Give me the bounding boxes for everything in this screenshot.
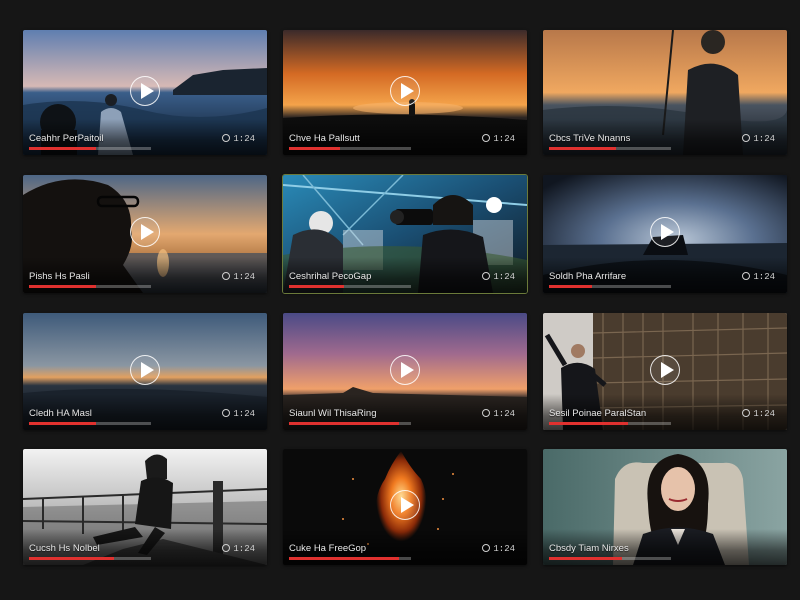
progress-fill (549, 147, 617, 150)
video-card-8[interactable]: Siaunl Wil ThisaRing 1:24 (283, 313, 527, 430)
progress-fill (289, 422, 399, 425)
play-icon[interactable] (390, 75, 420, 106)
clock-icon (222, 409, 231, 417)
video-duration: 1:24 (222, 409, 255, 419)
play-icon[interactable] (130, 75, 160, 106)
video-card-7[interactable]: Cledh HA Masl 1:24 (23, 313, 267, 430)
video-title: Soldh Pha Arrifare (549, 271, 627, 282)
progress-bar[interactable] (289, 285, 411, 288)
video-card-4[interactable]: Pishs Hs Pasli 1:24 (23, 175, 267, 293)
progress-bar[interactable] (289, 557, 411, 560)
video-card-12[interactable]: Cbsdy Tiam Nirxes (543, 449, 787, 565)
progress-bar[interactable] (29, 422, 151, 425)
video-grid: Ceahhr PerPaitoil 1:24 Chve Ha Pallsutt … (0, 0, 800, 600)
progress-bar[interactable] (549, 557, 671, 560)
video-duration: 1:24 (742, 134, 775, 144)
video-title: Cucsh Hs Nolbel (29, 543, 100, 554)
clock-icon (482, 544, 491, 552)
video-title: Ceshrihal PecoGap (289, 271, 372, 282)
duration-text: 1:24 (753, 134, 775, 144)
clock-icon (482, 409, 491, 417)
video-title: Siaunl Wil ThisaRing (289, 408, 377, 419)
progress-fill (29, 147, 97, 150)
video-title: Sesil Poinae ParalStan (549, 408, 647, 419)
progress-fill (29, 285, 97, 288)
duration-text: 1:24 (493, 409, 515, 419)
progress-fill (549, 557, 623, 560)
video-card-6[interactable]: Soldh Pha Arrifare 1:24 (543, 175, 787, 293)
video-duration: 1:24 (742, 272, 775, 282)
progress-bar[interactable] (29, 557, 151, 560)
play-icon[interactable] (390, 354, 420, 385)
clock-icon (482, 134, 491, 142)
video-card-11[interactable]: Cuke Ha FreeGop 1:24 (283, 449, 527, 565)
play-icon[interactable] (130, 217, 160, 247)
video-card-2[interactable]: Chve Ha Pallsutt 1:24 (283, 30, 527, 155)
clock-icon (742, 272, 751, 280)
play-icon[interactable] (130, 354, 160, 385)
clock-icon (222, 272, 231, 280)
video-title: Cledh HA Masl (29, 408, 92, 419)
progress-bar[interactable] (549, 422, 671, 425)
video-duration: 1:24 (482, 272, 515, 282)
video-duration: 1:24 (482, 134, 515, 144)
duration-text: 1:24 (493, 134, 515, 144)
duration-text: 1:24 (493, 272, 515, 282)
video-title: Cuke Ha FreeGop (289, 543, 367, 554)
video-title: Pishs Hs Pasli (29, 271, 90, 282)
progress-fill (289, 557, 399, 560)
clock-icon (222, 134, 231, 142)
clock-icon (222, 544, 231, 552)
video-duration: 1:24 (482, 409, 515, 419)
video-card-3[interactable]: Cbcs TriVe Nnanns 1:24 (543, 30, 787, 155)
progress-fill (289, 285, 344, 288)
video-card-5[interactable]: Ceshrihal PecoGap 1:24 (282, 174, 528, 294)
progress-bar[interactable] (29, 285, 151, 288)
progress-fill (289, 147, 341, 150)
video-duration: 1:24 (222, 134, 255, 144)
video-title: Cbsdy Tiam Nirxes (549, 543, 629, 554)
duration-text: 1:24 (753, 272, 775, 282)
play-icon[interactable] (650, 354, 680, 385)
duration-text: 1:24 (233, 134, 255, 144)
clock-icon (742, 134, 751, 142)
video-card-9[interactable]: Sesil Poinae ParalStan 1:24 (543, 313, 787, 430)
progress-fill (29, 557, 115, 560)
video-duration: 1:24 (222, 544, 255, 554)
video-duration: 1:24 (482, 544, 515, 554)
progress-bar[interactable] (29, 147, 151, 150)
duration-text: 1:24 (493, 544, 515, 554)
video-duration: 1:24 (742, 409, 775, 419)
clock-icon (482, 272, 491, 280)
progress-fill (549, 285, 592, 288)
progress-bar[interactable] (549, 285, 671, 288)
play-icon[interactable] (390, 490, 420, 520)
progress-bar[interactable] (549, 147, 671, 150)
video-card-10[interactable]: Cucsh Hs Nolbel 1:24 (23, 449, 267, 565)
progress-fill (549, 422, 629, 425)
clock-icon (742, 409, 751, 417)
video-card-1[interactable]: Ceahhr PerPaitoil 1:24 (23, 30, 267, 155)
play-icon[interactable] (650, 217, 680, 247)
progress-fill (29, 422, 97, 425)
video-duration: 1:24 (222, 272, 255, 282)
duration-text: 1:24 (753, 409, 775, 419)
progress-bar[interactable] (289, 147, 411, 150)
video-title: Chve Ha Pallsutt (289, 133, 360, 144)
progress-bar[interactable] (289, 422, 411, 425)
duration-text: 1:24 (233, 272, 255, 282)
duration-text: 1:24 (233, 409, 255, 419)
video-title: Cbcs TriVe Nnanns (549, 133, 631, 144)
duration-text: 1:24 (233, 544, 255, 554)
video-title: Ceahhr PerPaitoil (29, 133, 104, 144)
